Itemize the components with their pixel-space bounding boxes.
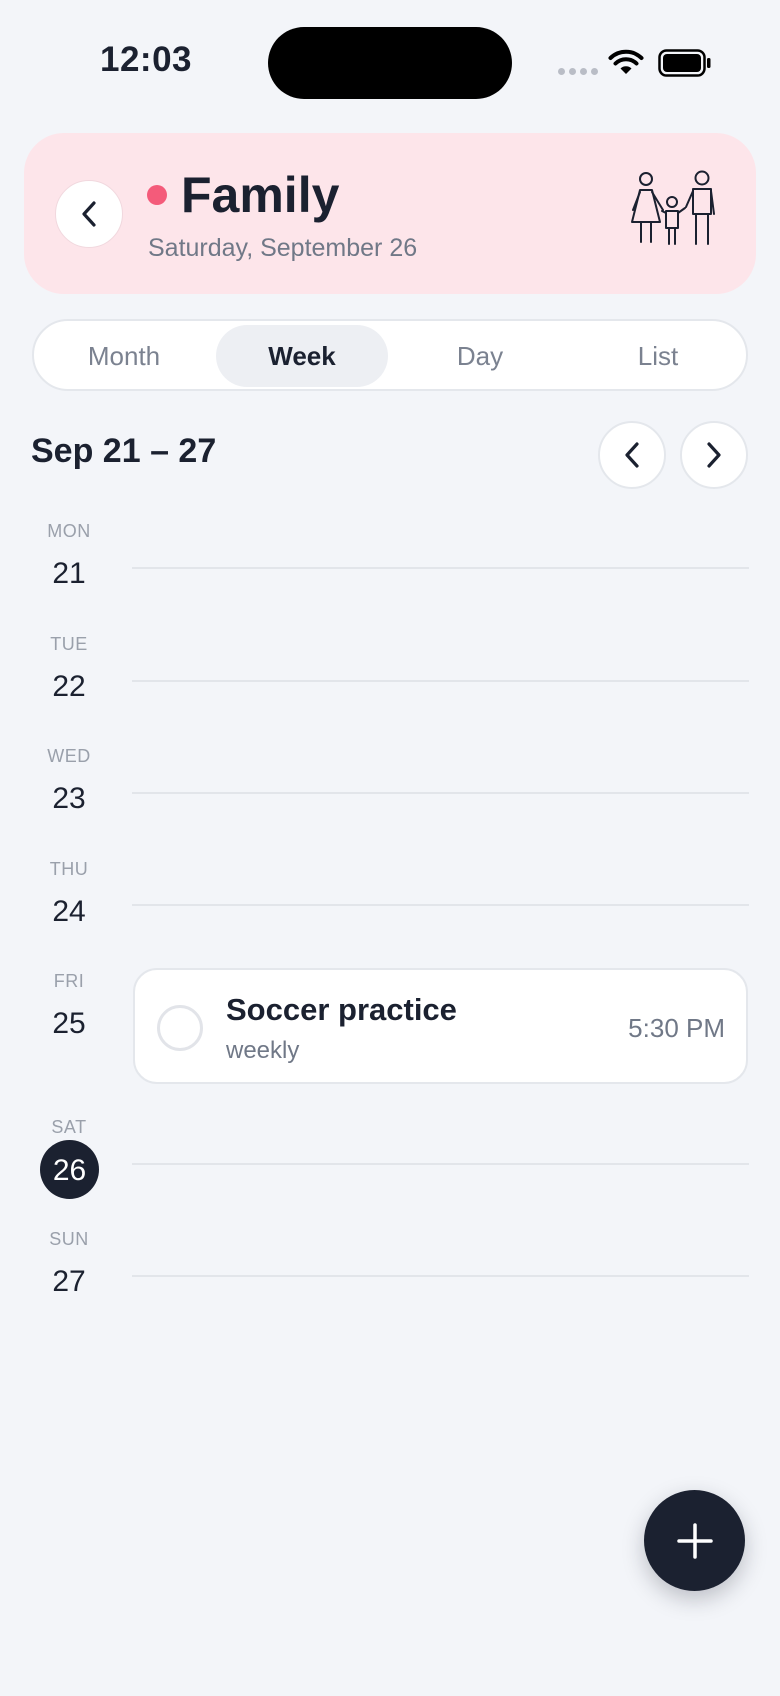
chevron-left-icon — [82, 201, 96, 227]
event-time: 5:30 PM — [628, 1013, 725, 1043]
day-label-thu: THU — [49, 859, 89, 879]
day-number-26[interactable]: 26 — [40, 1154, 99, 1188]
view-switcher: Month Week Day List — [32, 319, 748, 391]
cellular-signal-icon — [558, 68, 598, 75]
day-label-sat: SAT — [51, 1117, 87, 1137]
day-number-23[interactable]: 23 — [29, 782, 109, 816]
week-range-title: Sep 21 – 27 — [31, 432, 217, 470]
day-row-divider — [132, 1275, 749, 1277]
next-week-button[interactable] — [680, 421, 748, 489]
previous-week-button[interactable] — [598, 421, 666, 489]
day-row-divider — [132, 567, 749, 569]
day-label-wed: WED — [47, 746, 91, 766]
day-label-mon: MON — [47, 521, 91, 541]
add-event-button[interactable] — [644, 1490, 745, 1591]
chevron-right-icon — [707, 442, 721, 468]
battery-icon — [658, 49, 711, 77]
back-button[interactable] — [55, 180, 123, 248]
selected-date: Saturday, September 26 — [148, 234, 418, 262]
tab-month[interactable]: Month — [38, 325, 210, 387]
event-complete-checkbox[interactable] — [157, 1005, 203, 1051]
chevron-left-icon — [625, 442, 639, 468]
tab-day[interactable]: Day — [394, 325, 566, 387]
day-number-24[interactable]: 24 — [29, 895, 109, 929]
day-label-tue: TUE — [50, 634, 88, 654]
calendar-header-card: Family Saturday, September 26 — [24, 133, 756, 294]
calendar-title: Family — [181, 167, 340, 223]
dynamic-island — [268, 27, 512, 99]
calendar-color-dot — [147, 185, 167, 205]
day-row-divider — [132, 792, 749, 794]
status-time: 12:03 — [100, 40, 193, 79]
day-row-divider — [132, 1163, 749, 1165]
plus-icon — [676, 1522, 713, 1559]
day-label-sun: SUN — [49, 1229, 89, 1249]
day-row-divider — [132, 904, 749, 906]
event-recurrence: weekly — [226, 1037, 300, 1064]
wifi-icon — [608, 49, 644, 74]
day-number-25[interactable]: 25 — [29, 1007, 109, 1041]
tab-list[interactable]: List — [572, 325, 744, 387]
day-number-27[interactable]: 27 — [29, 1265, 109, 1299]
day-number-22[interactable]: 22 — [29, 670, 109, 704]
event-card[interactable]: Soccer practice weekly 5:30 PM — [133, 968, 748, 1084]
tab-week[interactable]: Week — [216, 325, 388, 387]
day-number-21[interactable]: 21 — [29, 557, 109, 591]
day-label-fri: FRI — [53, 971, 85, 991]
day-row-divider — [132, 680, 749, 682]
event-title: Soccer practice — [226, 992, 457, 1027]
family-icon — [631, 170, 715, 245]
